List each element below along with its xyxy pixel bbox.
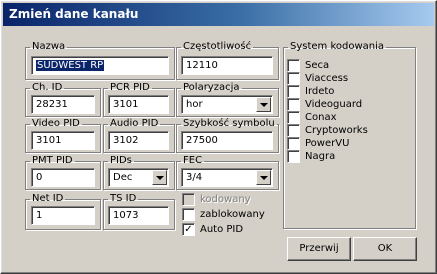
- frequency-input[interactable]: 12110: [181, 56, 273, 75]
- label-czestotliwosc: Częstotliwość: [183, 41, 252, 52]
- auto-pid-checkbox[interactable]: ✓ Auto PID: [182, 223, 278, 236]
- encoding-conax-label: Conax: [305, 112, 337, 123]
- label-audio-pid: Audio PID: [110, 118, 159, 129]
- encoding-viaccess-box[interactable]: [287, 72, 300, 85]
- encoding-viaccess-checkbox[interactable]: Viaccess: [287, 72, 407, 85]
- encoding-videoguard-checkbox[interactable]: Videoguard: [287, 98, 407, 111]
- encoding-videoguard-box[interactable]: [287, 98, 300, 111]
- channel-id-input[interactable]: 28231: [31, 95, 95, 114]
- net-id-input[interactable]: 1: [31, 206, 95, 225]
- pmt-pid-input[interactable]: 0: [31, 168, 95, 187]
- audio-pid-input[interactable]: 3102: [108, 131, 169, 150]
- encoding-nagra-label: Nagra: [305, 151, 336, 162]
- encrypted-checkbox-label: kodowany: [200, 194, 251, 205]
- edit-channel-dialog: Zmień dane kanału Nazwa SUDWEST RP Częst…: [0, 0, 437, 274]
- encoding-viaccess-label: Viaccess: [305, 73, 349, 84]
- encoding-irdeto-checkbox[interactable]: Irdeto: [287, 85, 407, 98]
- name-input-value: SUDWEST RP: [36, 60, 105, 71]
- pcr-pid-input[interactable]: 3101: [108, 95, 169, 114]
- encoding-nagra-checkbox[interactable]: Nagra: [287, 150, 407, 163]
- polarization-dropdown-icon[interactable]: [256, 97, 271, 112]
- label-ts-id: TS ID: [110, 193, 137, 204]
- pids-format-value: Dec: [113, 172, 133, 183]
- encoding-videoguard-label: Videoguard: [305, 99, 363, 110]
- locked-checkbox-label: zablokowany: [200, 209, 265, 220]
- locked-checkbox-box[interactable]: [182, 208, 195, 221]
- encoding-cryptoworks-checkbox[interactable]: Cryptoworks: [287, 124, 407, 137]
- label-pcr-pid: PCR PID: [110, 82, 150, 93]
- encoding-powervu-checkbox[interactable]: PowerVU: [287, 137, 407, 150]
- polarization-select[interactable]: hor: [181, 95, 273, 114]
- encoding-seca-box[interactable]: [287, 59, 300, 72]
- ok-button[interactable]: OK: [353, 237, 417, 261]
- label-pids: PIDs: [110, 155, 132, 166]
- encoding-seca-checkbox[interactable]: Seca: [287, 59, 407, 72]
- auto-pid-checkbox-box[interactable]: ✓: [182, 223, 195, 236]
- cancel-button[interactable]: Przerwij: [287, 237, 351, 261]
- auto-pid-checkbox-label: Auto PID: [200, 224, 244, 235]
- label-encoding-system: System kodowania: [290, 41, 385, 52]
- video-pid-input[interactable]: 3101: [31, 131, 95, 150]
- encoding-cryptoworks-label: Cryptoworks: [305, 125, 368, 136]
- polarization-value: hor: [186, 99, 203, 110]
- dialog-title: Zmień dane kanału: [3, 3, 434, 26]
- ts-id-input[interactable]: 1073: [108, 206, 169, 225]
- encoding-powervu-label: PowerVU: [305, 138, 350, 149]
- label-pmt-pid: PMT PID: [32, 155, 73, 166]
- encoding-conax-box[interactable]: [287, 111, 300, 124]
- pids-dropdown-icon[interactable]: [152, 170, 167, 185]
- label-video-pid: Video PID: [32, 118, 80, 129]
- encrypted-checkbox-box[interactable]: [182, 193, 195, 206]
- encoding-cryptoworks-box[interactable]: [287, 124, 300, 137]
- encoding-irdeto-label: Irdeto: [305, 86, 335, 97]
- encoding-conax-checkbox[interactable]: Conax: [287, 111, 407, 124]
- label-ch-id: Ch. ID: [32, 82, 63, 93]
- name-input[interactable]: SUDWEST RP: [31, 56, 169, 75]
- encoding-nagra-box[interactable]: [287, 150, 300, 163]
- encoding-irdeto-box[interactable]: [287, 85, 300, 98]
- encoding-seca-label: Seca: [305, 60, 330, 71]
- fec-value: 3/4: [186, 172, 203, 183]
- label-polaryzacja: Polaryzacja: [183, 82, 240, 93]
- symbol-rate-input[interactable]: 27500: [181, 131, 273, 150]
- label-symbol-rate: Szybkość symbolu: [183, 118, 275, 129]
- fec-select[interactable]: 3/4: [181, 168, 273, 187]
- encrypted-checkbox[interactable]: kodowany: [182, 193, 278, 206]
- locked-checkbox[interactable]: zablokowany: [182, 208, 278, 221]
- label-nazwa: Nazwa: [32, 41, 66, 52]
- fec-dropdown-icon[interactable]: [256, 170, 271, 185]
- encoding-powervu-box[interactable]: [287, 137, 300, 150]
- label-fec: FEC: [183, 155, 203, 166]
- label-net-id: Net ID: [32, 193, 64, 204]
- pids-format-select[interactable]: Dec: [108, 168, 169, 187]
